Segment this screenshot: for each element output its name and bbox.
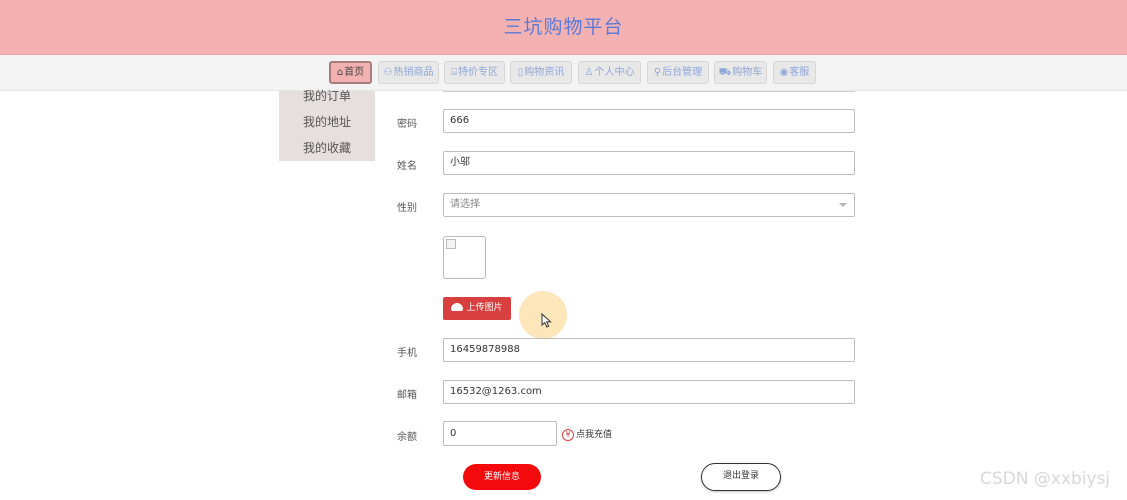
user-icon: ♙ bbox=[584, 67, 594, 78]
chevron-down-icon bbox=[839, 203, 847, 207]
nav-item-home[interactable]: ⌂首页 bbox=[329, 61, 372, 84]
home-icon: ⌂ bbox=[336, 67, 344, 78]
upload-image-label: 上传图片 bbox=[466, 303, 503, 313]
header: 三坑购物平台 bbox=[0, 0, 1127, 55]
cloud-upload-icon bbox=[451, 302, 464, 311]
nav-item-label: 个人中心 bbox=[594, 67, 635, 78]
gender-select-placeholder: 请选择 bbox=[450, 199, 480, 210]
hot-icon: ⚇ bbox=[383, 67, 393, 78]
phone-label: 手机 bbox=[397, 348, 417, 359]
top-nav: ⌂首页 ⚇热销商品 ⌸特价专区 ▯购物资讯 ♙个人中心 ⚲后台管理 ⛟购物车 ◉… bbox=[0, 55, 1127, 91]
upload-image-button[interactable]: 上传图片 bbox=[443, 297, 511, 320]
nav-item-admin[interactable]: ⚲后台管理 bbox=[647, 61, 709, 84]
user-sidebar: 我的订单 我的地址 我的收藏 bbox=[279, 89, 375, 161]
update-info-button[interactable]: 更新信息 bbox=[463, 464, 541, 490]
nav-item-label: 客服 bbox=[789, 67, 810, 78]
watermark: CSDN @xxbiysj bbox=[980, 469, 1111, 489]
nav-item-label: 购物资讯 bbox=[524, 67, 565, 78]
tag-icon: ⌸ bbox=[451, 67, 457, 78]
nav-item-label: 热销商品 bbox=[393, 67, 434, 78]
gender-select[interactable]: 请选择 bbox=[443, 193, 855, 217]
nav-item-customer-service[interactable]: ◉客服 bbox=[773, 61, 816, 84]
gender-label: 性别 bbox=[397, 203, 417, 214]
nav-item-special-offers[interactable]: ⌸特价专区 bbox=[444, 61, 505, 84]
balance-field: 0 bbox=[443, 421, 557, 446]
avatar-image-preview bbox=[443, 236, 486, 279]
broken-image-icon bbox=[446, 239, 456, 249]
news-icon: ▯ bbox=[517, 67, 524, 78]
mouse-cursor-icon bbox=[541, 313, 552, 328]
nav-item-label: 后台管理 bbox=[662, 67, 703, 78]
nav-item-hot-products[interactable]: ⚇热销商品 bbox=[378, 61, 439, 84]
recharge-link[interactable]: ¥ 点我充值 bbox=[562, 427, 612, 441]
name-field[interactable]: 小邬 bbox=[443, 151, 855, 175]
yen-icon: ¥ bbox=[562, 429, 574, 441]
nav-item-personal-center[interactable]: ♙个人中心 bbox=[578, 61, 641, 84]
site-title: 三坑购物平台 bbox=[503, 16, 624, 38]
sidebar-item-favorites[interactable]: 我的收藏 bbox=[279, 139, 375, 156]
nav-item-label: 购物车 bbox=[732, 67, 763, 78]
phone-field[interactable]: 16459878988 bbox=[443, 338, 855, 362]
nav-item-shopping-news[interactable]: ▯购物资讯 bbox=[510, 61, 572, 84]
balance-label: 余额 bbox=[397, 432, 417, 443]
nav-item-label: 特价专区 bbox=[458, 67, 498, 78]
logout-button[interactable]: 退出登录 bbox=[701, 463, 781, 491]
nav-item-cart[interactable]: ⛟购物车 bbox=[714, 61, 767, 84]
nav-item-label: 首页 bbox=[344, 67, 365, 78]
chat-icon: ◉ bbox=[779, 67, 789, 78]
sidebar-item-orders[interactable]: 我的订单 bbox=[279, 87, 375, 104]
password-field[interactable]: 666 bbox=[443, 109, 855, 133]
previous-field-bottom-edge bbox=[443, 90, 855, 92]
sidebar-item-addresses[interactable]: 我的地址 bbox=[279, 113, 375, 130]
email-field[interactable]: 16532@1263.com bbox=[443, 380, 855, 404]
name-label: 姓名 bbox=[397, 161, 417, 172]
email-label: 邮箱 bbox=[397, 390, 417, 401]
recharge-label: 点我充值 bbox=[576, 430, 613, 440]
password-label: 密码 bbox=[397, 119, 417, 130]
cart-icon: ⛟ bbox=[718, 67, 732, 78]
link-icon: ⚲ bbox=[653, 67, 662, 78]
